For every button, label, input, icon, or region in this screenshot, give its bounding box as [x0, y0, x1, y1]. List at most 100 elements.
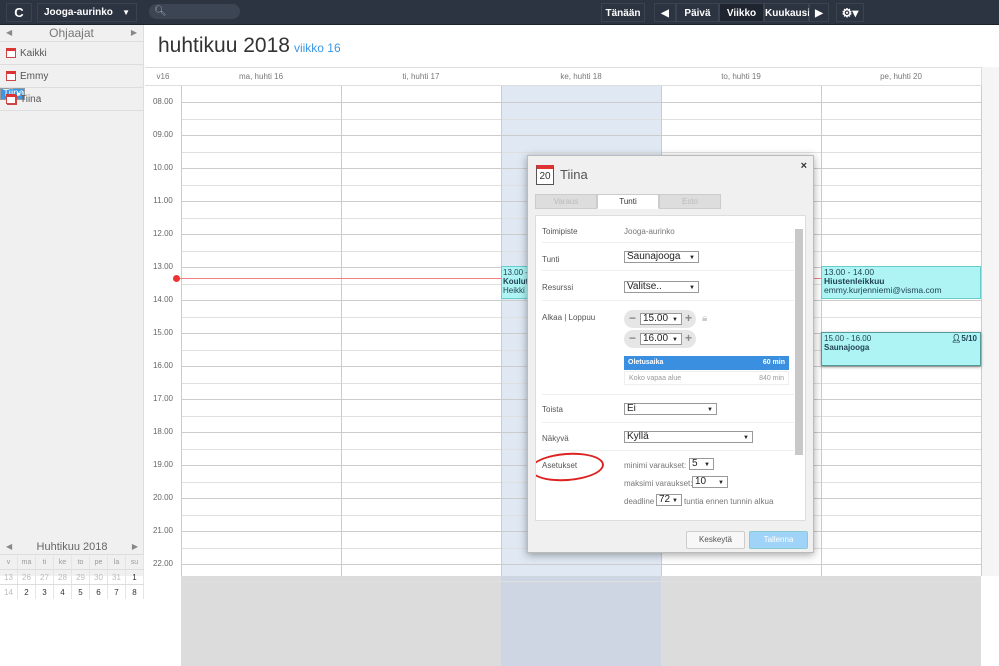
day-cell[interactable]: 2	[18, 585, 36, 599]
week-view-button[interactable]: Viikko	[719, 3, 764, 22]
hour-label: 09.00	[152, 130, 174, 139]
event-who: emmy.kurjenniemi@visma.com	[824, 285, 942, 295]
day-cell[interactable]: 7	[108, 585, 126, 599]
day-cell[interactable]: 1	[126, 570, 144, 584]
option-koko-vapaa-alue[interactable]: Koko vapaa alue 840 min	[624, 371, 789, 385]
app-logo-icon[interactable]: C	[6, 3, 32, 22]
week-link[interactable]: viikko 16	[294, 41, 341, 55]
mini-calendar-row: 13 26 27 28 29 30 31 1	[0, 569, 144, 584]
mini-calendar-title: Huhtikuu 2018	[36, 541, 108, 553]
search-input[interactable]: 🔍︎	[149, 4, 240, 19]
mini-calendar-row: v ma ti ke to pe la su	[0, 554, 144, 569]
toista-select[interactable]: Ei	[624, 403, 717, 415]
minus-icon[interactable]: −	[629, 311, 636, 325]
lock-icon[interactable]: 🔒︎	[702, 313, 707, 324]
prev-arrow-icon[interactable]: ◀	[654, 3, 676, 22]
sidebar-item-kaikki[interactable]: Kaikki	[0, 42, 143, 65]
option-length: 840 min	[759, 375, 784, 382]
tab-varaus[interactable]: Varaus	[535, 194, 597, 209]
sidebar-item-tiina-2[interactable]: Tiina	[0, 88, 143, 111]
scroll-thumb[interactable]	[795, 229, 803, 455]
sidebar-item-label: Kaikki	[20, 48, 47, 59]
hour-label: 19.00	[152, 460, 174, 469]
hour-label: 11.00	[153, 196, 173, 205]
location-dropdown[interactable]: Jooga-aurinko ▼	[37, 3, 137, 22]
day-cell[interactable]: 4	[54, 585, 72, 599]
next-arrow-icon[interactable]: ▶	[131, 25, 137, 41]
scrollbar[interactable]	[981, 67, 999, 576]
sidebar-header: ◀ Ohjaajat ▶	[0, 25, 143, 42]
weekday-label: ke	[54, 555, 72, 569]
month-view-button[interactable]: Kuukausi	[764, 3, 810, 22]
next-arrow-icon[interactable]: ▶	[809, 3, 829, 22]
chevron-down-icon: ▼	[122, 8, 130, 17]
hour-label: 16.00	[152, 361, 174, 370]
mini-calendar: ◀ Huhtikuu 2018 ▶ v ma ti ke to pe la su 13 26 27 28 2…	[0, 540, 144, 599]
column-divider	[501, 86, 502, 576]
max-select[interactable]: 10	[692, 476, 728, 488]
tab-esto[interactable]: Esto	[659, 194, 721, 209]
day-column[interactable]	[821, 86, 981, 576]
weekday-label: pe	[90, 555, 108, 569]
save-button[interactable]: Tallenna	[749, 531, 808, 549]
weekday-label: ma	[18, 555, 36, 569]
day-column[interactable]	[181, 86, 341, 576]
deadline-select[interactable]: 72	[656, 494, 682, 506]
tab-tunti[interactable]: Tunti	[597, 194, 659, 209]
day-cell[interactable]: 3	[36, 585, 54, 599]
day-cell[interactable]: 30	[90, 570, 108, 584]
day-header: ti, huhti 17	[402, 72, 440, 81]
sidebar-item-emmy[interactable]: Emmy	[0, 65, 143, 88]
start-time-select[interactable]: 15.00	[640, 313, 682, 325]
prev-month-icon[interactable]: ◀	[6, 540, 12, 554]
dialog-scrollbar[interactable]	[795, 219, 803, 519]
deadline-label: deadline	[624, 497, 655, 506]
grid-line	[181, 102, 981, 103]
min-select[interactable]: 5	[689, 458, 714, 470]
day-cell[interactable]: 28	[54, 570, 72, 584]
tunti-select[interactable]: Saunajooga	[624, 251, 699, 263]
option-oletusaika[interactable]: Oletusaika 60 min	[624, 356, 789, 370]
day-view-button[interactable]: Päivä	[676, 3, 719, 22]
prev-arrow-icon[interactable]: ◀	[6, 25, 12, 41]
plus-icon[interactable]: +	[685, 331, 692, 345]
start-time-stepper: −15.00+	[624, 310, 696, 328]
cancel-button[interactable]: Keskeytä	[686, 531, 745, 549]
minus-icon[interactable]: −	[629, 331, 636, 345]
event-koulutus[interactable]: 13.00 - 14.00KoulutusHeikki	[501, 266, 529, 299]
day-cell[interactable]: 5	[72, 585, 90, 599]
calendar-icon	[6, 48, 16, 58]
day-cell[interactable]: 26	[18, 570, 36, 584]
deadline-suffix: tuntia ennen tunnin alkua	[684, 497, 774, 506]
day-cell[interactable]: 27	[36, 570, 54, 584]
week-number: 14	[0, 585, 18, 599]
option-length: 60 min	[762, 359, 785, 366]
max-label: maksimi varaukset:	[624, 479, 693, 488]
day-column[interactable]	[341, 86, 501, 576]
hour-label: 08.00	[152, 97, 174, 106]
event-title: Saunajooga	[824, 343, 870, 352]
event-hiustenleikkuu[interactable]: 13.00 - 14.00 Hiustenleikkuu emmy.kurjenni…	[821, 266, 981, 299]
day-cell[interactable]: 31	[108, 570, 126, 584]
today-button[interactable]: Tänään	[601, 3, 645, 22]
day-cell[interactable]: 8	[126, 585, 144, 599]
gear-icon[interactable]: ⚙▾	[836, 3, 864, 22]
dialog-form: Toimipiste Jooga-aurinko Tunti Saunajooga …	[535, 215, 806, 521]
toimipiste-label: Toimipiste	[542, 227, 578, 236]
day-cell[interactable]: 29	[72, 570, 90, 584]
weekday-label: la	[108, 555, 126, 569]
event-saunajooga[interactable]: 15.00 - 16.00 👤︎5/10 Saunajooga	[821, 332, 981, 366]
highlight-circle	[536, 450, 605, 484]
close-icon[interactable]: ×	[801, 160, 807, 172]
attendees-count: 👤︎5/10	[951, 334, 977, 343]
day-cell[interactable]: 6	[90, 585, 108, 599]
resurssi-select[interactable]: Valitse..	[624, 281, 699, 293]
end-time-select[interactable]: 16.00	[640, 333, 682, 345]
plus-icon[interactable]: +	[685, 311, 692, 325]
hour-label: 18.00	[152, 427, 174, 436]
toimipiste-value: Jooga-aurinko	[624, 227, 675, 236]
next-month-icon[interactable]: ▶	[132, 540, 138, 554]
hour-label: 21.00	[152, 526, 174, 535]
nakyva-select[interactable]: Kyllä	[624, 431, 753, 443]
asetukset-label: Asetukset	[536, 450, 605, 484]
